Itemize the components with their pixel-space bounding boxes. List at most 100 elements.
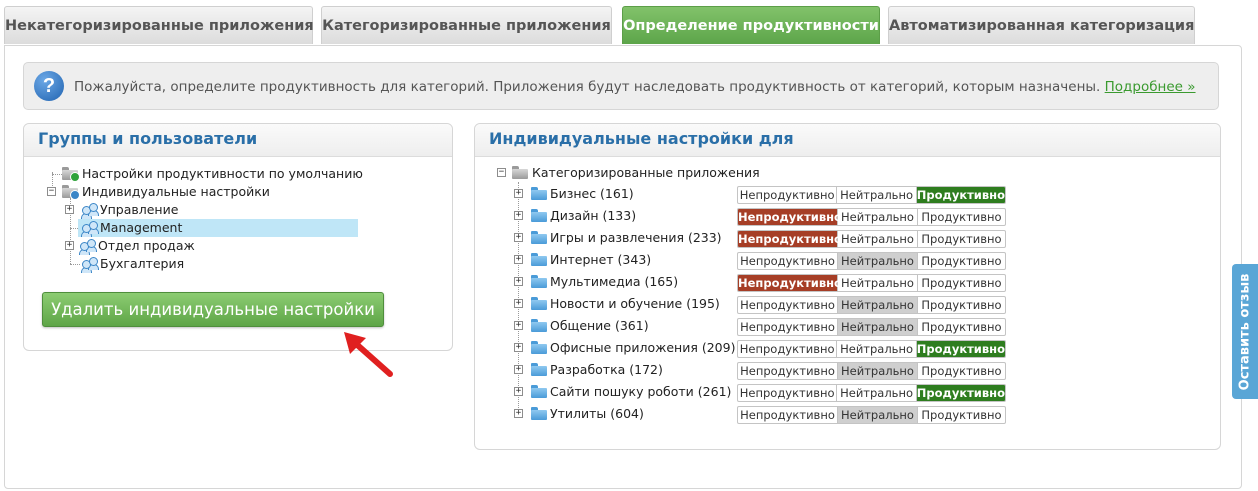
option-productive[interactable]: Продуктивно	[918, 231, 1005, 247]
expand-icon[interactable]: +	[514, 365, 523, 374]
folder-icon	[531, 275, 547, 288]
tree-item-label: Настройки продуктивности по умолчанию	[82, 166, 363, 181]
category-row[interactable]: + Утилиты (604)	[512, 405, 722, 423]
option-neutral[interactable]: Нейтрально	[837, 385, 917, 401]
more-info-link[interactable]: Подробнее »	[1105, 79, 1196, 95]
option-neutral[interactable]: Нейтрально	[838, 297, 918, 313]
category-row[interactable]: + Бизнес (161)	[512, 185, 722, 203]
tab-auto-categorization[interactable]: Автоматизированная категоризация	[888, 6, 1195, 44]
expand-icon[interactable]: +	[514, 277, 523, 286]
category-row[interactable]: + Разработка (172)	[512, 361, 722, 379]
folder-icon	[531, 187, 547, 200]
users-icon	[81, 221, 99, 237]
tree-item-management-ru[interactable]: + Управление	[60, 201, 360, 219]
delete-individual-settings-button[interactable]: Удалить индивидуальные настройки	[42, 292, 384, 327]
category-row[interactable]: + Общение (361)	[512, 317, 722, 335]
folder-icon	[531, 319, 547, 332]
folder-icon	[531, 253, 547, 266]
option-productive[interactable]: Продуктивно	[918, 363, 1005, 379]
category-row[interactable]: + Интернет (343)	[512, 251, 722, 269]
option-neutral[interactable]: Нейтрально	[838, 319, 918, 335]
tree-item-accounting[interactable]: Бухгалтерия	[60, 255, 360, 273]
expand-icon[interactable]: +	[514, 299, 523, 308]
option-neutral[interactable]: Нейтрально	[838, 231, 918, 247]
category-label: Мультимедиа (165)	[550, 274, 679, 289]
option-unproductive[interactable]: Непродуктивно	[738, 319, 838, 335]
users-icon	[79, 239, 97, 255]
category-label: Общение (361)	[550, 318, 649, 333]
settings-folder-icon	[62, 167, 80, 182]
folder-icon	[531, 385, 547, 398]
productivity-selector: Непродуктивно Нейтрально Продуктивно	[737, 318, 1006, 336]
tree-item-default-settings[interactable]: Настройки продуктивности по умолчанию	[42, 165, 363, 183]
category-row[interactable]: + Новости и обучение (195)	[512, 295, 722, 313]
collapse-icon[interactable]: −	[497, 168, 506, 177]
category-row[interactable]: + Дизайн (133)	[512, 207, 722, 225]
expand-icon[interactable]: +	[514, 255, 523, 264]
tree-item-categorized-apps-root[interactable]: − Категоризированные приложения	[494, 164, 794, 182]
option-productive[interactable]: Продуктивно	[918, 275, 1005, 291]
option-neutral[interactable]: Нейтрально	[837, 341, 917, 357]
expand-icon[interactable]: +	[514, 189, 523, 198]
category-row[interactable]: + Игры и развлечения (233)	[512, 229, 722, 247]
feedback-tab[interactable]: Оставить отзыв	[1232, 264, 1258, 399]
category-row[interactable]: + Сайти пошуку роботи (261)	[512, 383, 731, 401]
expand-icon[interactable]: +	[514, 409, 523, 418]
productivity-selector: Непродуктивно Нейтрально Продуктивно	[737, 384, 1006, 402]
option-productive[interactable]: Продуктивно	[916, 385, 1005, 401]
tab-categorized-apps[interactable]: Категоризированные приложения	[321, 6, 612, 44]
category-label: Разработка (172)	[550, 362, 663, 377]
option-productive[interactable]: Продуктивно	[916, 187, 1005, 203]
collapse-icon[interactable]: −	[47, 187, 56, 196]
folder-icon	[531, 231, 547, 244]
option-productive[interactable]: Продуктивно	[918, 209, 1005, 225]
option-unproductive[interactable]: Непродуктивно	[738, 253, 838, 269]
option-productive[interactable]: Продуктивно	[918, 253, 1005, 269]
expand-icon[interactable]: +	[514, 211, 523, 220]
option-unproductive[interactable]: Непродуктивно	[738, 209, 842, 225]
option-unproductive[interactable]: Непродуктивно	[738, 363, 838, 379]
category-label: Бизнес (161)	[550, 186, 634, 201]
option-unproductive[interactable]: Непродуктивно	[738, 341, 838, 357]
folder-icon	[512, 166, 528, 179]
option-neutral[interactable]: Нейтрально	[838, 363, 918, 379]
category-label: Сайти пошуку роботи (261)	[550, 384, 732, 399]
expand-icon[interactable]: +	[65, 205, 74, 214]
option-productive[interactable]: Продуктивно	[916, 341, 1005, 357]
folder-icon	[531, 363, 547, 376]
option-neutral[interactable]: Нейтрально	[838, 209, 918, 225]
tree-item-label: Management	[100, 220, 183, 235]
settings-panel-title: Индивидуальные настройки для	[489, 129, 794, 148]
option-neutral[interactable]: Нейтрально	[838, 275, 918, 291]
expand-icon[interactable]: +	[514, 343, 523, 352]
option-neutral[interactable]: Нейтрально	[837, 187, 917, 203]
option-neutral[interactable]: Нейтрально	[838, 407, 918, 423]
expand-icon[interactable]: +	[514, 321, 523, 330]
option-productive[interactable]: Продуктивно	[918, 297, 1005, 313]
option-unproductive[interactable]: Непродуктивно	[738, 385, 838, 401]
option-unproductive[interactable]: Непродуктивно	[738, 275, 842, 291]
option-productive[interactable]: Продуктивно	[918, 407, 1005, 423]
tree-item-individual-settings[interactable]: − Индивидуальные настройки	[42, 183, 362, 201]
tab-productivity-definition[interactable]: Определение продуктивности	[622, 6, 880, 44]
category-label: Новости и обучение (195)	[550, 296, 720, 311]
option-unproductive[interactable]: Непродуктивно	[738, 187, 838, 203]
option-unproductive[interactable]: Непродуктивно	[738, 231, 842, 247]
option-productive[interactable]: Продуктивно	[918, 319, 1005, 335]
tab-uncategorized-apps[interactable]: Некатегоризированные приложения	[4, 6, 314, 44]
tree-item-sales[interactable]: + Отдел продаж	[60, 237, 360, 255]
option-unproductive[interactable]: Непродуктивно	[738, 407, 838, 423]
info-message: Пожалуйста, определите продуктивность дл…	[74, 79, 1101, 95]
option-unproductive[interactable]: Непродуктивно	[738, 297, 838, 313]
option-neutral[interactable]: Нейтрально	[838, 253, 918, 269]
category-row[interactable]: + Офисные приложения (209)	[512, 339, 735, 357]
info-text: Пожалуйста, определите продуктивность дл…	[74, 79, 1196, 95]
category-label: Дизайн (133)	[550, 208, 637, 223]
tree-item-management[interactable]: Management	[60, 219, 360, 237]
tree-item-label: Отдел продаж	[98, 238, 195, 253]
expand-icon[interactable]: +	[514, 233, 523, 242]
expand-icon[interactable]: +	[514, 387, 523, 396]
category-row[interactable]: + Мультимедиа (165)	[512, 273, 722, 291]
expand-icon[interactable]: +	[65, 241, 74, 250]
settings-panel-header: Индивидуальные настройки для	[475, 124, 1220, 157]
